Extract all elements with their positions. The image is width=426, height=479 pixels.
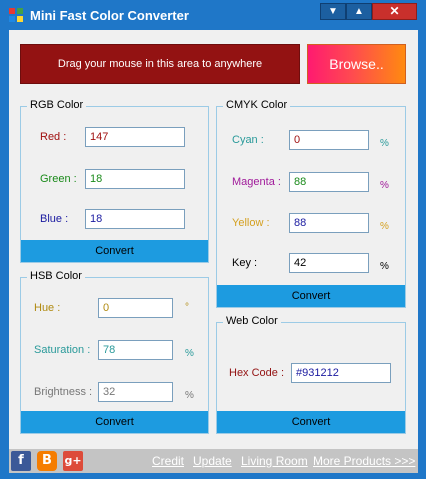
facebook-icon[interactable]: f bbox=[11, 451, 31, 471]
yellow-label: Yellow : bbox=[232, 217, 270, 229]
blue-label: Blue : bbox=[40, 213, 69, 225]
hue-label: Hue : bbox=[34, 302, 61, 314]
minimize-button[interactable]: ▼ bbox=[320, 3, 346, 20]
rgb-group-title: RGB Color bbox=[27, 99, 87, 111]
living-room-link[interactable]: Living Room bbox=[241, 454, 308, 468]
brightness-percent-unit: % bbox=[185, 390, 194, 401]
hsb-group-title: HSB Color bbox=[27, 270, 85, 282]
saturation-percent-unit: % bbox=[185, 348, 194, 359]
update-link[interactable]: Update bbox=[193, 454, 232, 468]
cyan-percent-unit: % bbox=[380, 138, 389, 149]
red-label: Red : bbox=[40, 131, 67, 143]
key-label: Key : bbox=[232, 257, 258, 269]
hex-code-input[interactable] bbox=[291, 363, 391, 383]
magenta-input[interactable] bbox=[289, 172, 369, 192]
close-button[interactable]: ✕ bbox=[372, 3, 417, 20]
web-convert-button[interactable]: Convert bbox=[217, 411, 405, 433]
yellow-percent-unit: % bbox=[380, 221, 389, 232]
key-percent-unit: % bbox=[380, 261, 389, 272]
cmyk-group: CMYK Color Cyan : % Magenta : % Yellow :… bbox=[216, 99, 406, 308]
rgb-convert-button[interactable]: Convert bbox=[21, 240, 208, 262]
title-bar[interactable]: Mini Fast Color Converter ▼ ▲ ✕ bbox=[0, 0, 426, 30]
footer-bar: f B g+ Credit Update Living Room More Pr… bbox=[9, 449, 418, 473]
more-products-link[interactable]: More Products >>> bbox=[313, 454, 415, 468]
green-input[interactable] bbox=[85, 169, 185, 189]
browse-button[interactable]: Browse.. bbox=[307, 44, 406, 84]
red-input[interactable] bbox=[85, 127, 185, 147]
maximize-button[interactable]: ▲ bbox=[346, 3, 372, 20]
rgb-group: RGB Color Red : Green : Blue : Convert bbox=[20, 99, 209, 263]
blogger-icon[interactable]: B bbox=[37, 451, 57, 471]
app-logo-icon bbox=[9, 8, 23, 22]
app-window: Mini Fast Color Converter ▼ ▲ ✕ Drag you… bbox=[0, 0, 426, 479]
blue-input[interactable] bbox=[85, 209, 185, 229]
hsb-group: HSB Color Hue : ° Saturation : % Brightn… bbox=[20, 270, 209, 434]
cmyk-group-title: CMYK Color bbox=[223, 99, 291, 111]
magenta-percent-unit: % bbox=[380, 180, 389, 191]
cyan-label: Cyan : bbox=[232, 134, 264, 146]
cyan-input[interactable] bbox=[289, 130, 369, 150]
green-label: Green : bbox=[40, 173, 77, 185]
brightness-label: Brightness : bbox=[34, 386, 93, 398]
credit-link[interactable]: Credit bbox=[152, 454, 184, 468]
cmyk-convert-button[interactable]: Convert bbox=[217, 285, 405, 307]
web-group: Web Color Hex Code : Convert bbox=[216, 315, 406, 434]
hsb-convert-button[interactable]: Convert bbox=[21, 411, 208, 433]
magenta-label: Magenta : bbox=[232, 176, 281, 188]
window-title: Mini Fast Color Converter bbox=[30, 8, 189, 23]
hex-code-label: Hex Code : bbox=[229, 367, 285, 379]
hue-degree-unit: ° bbox=[185, 302, 189, 313]
saturation-label: Saturation : bbox=[34, 344, 91, 356]
drag-area[interactable]: Drag your mouse in this area to anywhere bbox=[20, 44, 300, 84]
key-input[interactable] bbox=[289, 253, 369, 273]
yellow-input[interactable] bbox=[289, 213, 369, 233]
client-area: Drag your mouse in this area to anywhere… bbox=[9, 30, 418, 449]
drag-area-label: Drag your mouse in this area to anywhere bbox=[57, 58, 263, 70]
saturation-input[interactable] bbox=[98, 340, 173, 360]
brightness-input[interactable] bbox=[98, 382, 173, 402]
hue-input[interactable] bbox=[98, 298, 173, 318]
google-plus-icon[interactable]: g+ bbox=[63, 451, 83, 471]
web-group-title: Web Color bbox=[223, 315, 281, 327]
